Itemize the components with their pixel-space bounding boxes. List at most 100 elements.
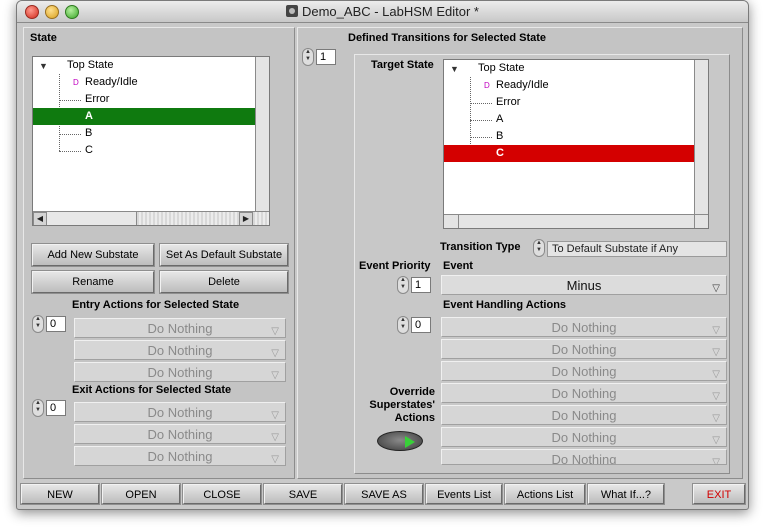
event-action-dropdown-2[interactable]: Do Nothing ▽: [441, 339, 727, 359]
event-action-dropdown-4[interactable]: Do Nothing ▽: [441, 383, 727, 403]
override-label: Override Superstates' Actions: [359, 386, 435, 425]
dropdown-value: Do Nothing: [147, 365, 213, 380]
event-handling-index[interactable]: 0: [411, 317, 431, 333]
close-button[interactable]: CLOSE: [183, 484, 261, 504]
entry-action-dropdown-2[interactable]: Do Nothing ▽: [74, 340, 286, 360]
target-row-a[interactable]: A: [444, 111, 708, 128]
exit-actions-label: Exit Actions for Selected State: [72, 384, 232, 396]
spinner-arrows-icon[interactable]: ▲ ▼: [533, 239, 545, 257]
chevron-down-icon: ▽: [712, 369, 720, 380]
expand-triangle-icon[interactable]: ▼: [450, 64, 459, 74]
target-row-error[interactable]: Error: [444, 94, 708, 111]
exit-button[interactable]: EXIT: [693, 484, 745, 504]
open-button[interactable]: OPEN: [102, 484, 180, 504]
tree-row-c[interactable]: C: [33, 142, 269, 159]
rename-button[interactable]: Rename: [32, 271, 154, 293]
tree-row-label: A: [496, 113, 504, 125]
scroll-left-icon[interactable]: ◀: [33, 212, 47, 225]
exit-action-dropdown-2[interactable]: Do Nothing ▽: [74, 424, 286, 444]
set-default-substate-button[interactable]: Set As Default Substate: [160, 244, 288, 266]
exit-action-dropdown-3[interactable]: Do Nothing ▽: [74, 446, 286, 466]
spinner-arrows-icon[interactable]: ▲ ▼: [397, 316, 409, 334]
chevron-down-icon: ▽: [712, 283, 720, 294]
target-state-tree[interactable]: ▼ Top State D Ready/Idle Error A B C: [443, 59, 709, 229]
tree-row-top-state[interactable]: ▼ Top State: [33, 57, 269, 74]
transition-type-field[interactable]: To Default Substate if Any: [547, 241, 727, 257]
chevron-down-icon: ▽: [271, 348, 279, 359]
scroll-divider: [458, 215, 459, 228]
target-row-b[interactable]: B: [444, 128, 708, 145]
default-substate-icon: D: [73, 78, 79, 87]
expand-triangle-icon[interactable]: ▼: [39, 61, 48, 71]
default-substate-icon: D: [484, 81, 490, 90]
new-button[interactable]: NEW: [21, 484, 99, 504]
override-label-line3: Actions: [394, 412, 435, 424]
state-label: State: [30, 32, 57, 44]
tree-row-label: B: [496, 130, 504, 142]
state-tree-vscroll[interactable]: [255, 57, 269, 211]
entry-action-dropdown-3[interactable]: Do Nothing ▽: [74, 362, 286, 382]
dropdown-value: Do Nothing: [551, 320, 617, 335]
override-label-line2: Superstates': [369, 399, 435, 411]
override-label-line1: Override: [389, 386, 435, 398]
exit-actions-index[interactable]: 0: [46, 400, 66, 416]
dropdown-value: Do Nothing: [551, 342, 617, 357]
tree-row-error[interactable]: Error: [33, 91, 269, 108]
state-tree[interactable]: ▼ Top State D Ready/Idle Error A B C ◀ ▶: [32, 56, 270, 226]
spinner-arrows-icon[interactable]: ▲ ▼: [32, 315, 44, 333]
actions-list-button[interactable]: Actions List: [505, 484, 585, 504]
event-action-dropdown-1[interactable]: Do Nothing ▽: [441, 317, 727, 337]
scroll-thumb[interactable]: [47, 212, 137, 225]
dropdown-value: Do Nothing: [551, 452, 617, 465]
add-substate-button[interactable]: Add New Substate: [32, 244, 154, 266]
spinner-arrows-icon[interactable]: ▲ ▼: [302, 48, 314, 66]
tree-branch-line: [59, 100, 81, 101]
led-toggle-icon[interactable]: [377, 431, 423, 451]
chevron-down-icon: ▽: [712, 457, 720, 465]
event-priority-value[interactable]: 1: [411, 277, 431, 293]
event-action-dropdown-3[interactable]: Do Nothing ▽: [441, 361, 727, 381]
chevron-down-icon: ▽: [271, 326, 279, 337]
what-if-button[interactable]: What If...?: [588, 484, 664, 504]
tree-row-ready-idle[interactable]: D Ready/Idle: [33, 74, 269, 91]
exit-action-dropdown-1[interactable]: Do Nothing ▽: [74, 402, 286, 422]
scroll-right-icon[interactable]: ▶: [239, 212, 253, 225]
dropdown-value: Do Nothing: [551, 364, 617, 379]
tree-branch-line: [59, 151, 81, 152]
save-as-button[interactable]: SAVE AS: [345, 484, 423, 504]
target-tree-vscroll[interactable]: [694, 60, 708, 214]
events-list-button[interactable]: Events List: [426, 484, 502, 504]
transitions-panel: Defined Transitions for Selected State ▲…: [297, 27, 743, 479]
target-tree-hscroll[interactable]: [444, 214, 708, 228]
spinner-arrows-icon[interactable]: ▲ ▼: [397, 276, 409, 294]
spinner-arrows-icon[interactable]: ▲ ▼: [32, 399, 44, 417]
tree-row-label: A: [85, 110, 93, 122]
target-row-ready-idle[interactable]: D Ready/Idle: [444, 77, 708, 94]
tree-branch-line: [470, 137, 492, 138]
scroll-divider: [694, 215, 695, 228]
save-button[interactable]: SAVE: [264, 484, 342, 504]
dropdown-value: Do Nothing: [551, 386, 617, 401]
chevron-down-icon: ▽: [271, 410, 279, 421]
labview-document-icon: [285, 5, 298, 17]
target-row-c[interactable]: C: [444, 145, 708, 162]
tree-branch-line: [470, 103, 492, 104]
entry-actions-index[interactable]: 0: [46, 316, 66, 332]
chevron-down-icon: ▽: [712, 391, 720, 402]
dropdown-value: Do Nothing: [147, 343, 213, 358]
event-action-dropdown-7[interactable]: Do Nothing ▽: [441, 449, 727, 465]
event-handling-label: Event Handling Actions: [443, 299, 567, 311]
entry-action-dropdown-1[interactable]: Do Nothing ▽: [74, 318, 286, 338]
tree-row-a[interactable]: A: [33, 108, 269, 125]
dropdown-value: Do Nothing: [551, 430, 617, 445]
tree-row-b[interactable]: B: [33, 125, 269, 142]
state-tree-hscroll[interactable]: ◀ ▶: [33, 211, 269, 225]
event-priority-label: Event Priority: [359, 260, 431, 272]
target-row-top-state[interactable]: ▼ Top State: [444, 60, 708, 77]
event-action-dropdown-5[interactable]: Do Nothing ▽: [441, 405, 727, 425]
delete-button[interactable]: Delete: [160, 271, 288, 293]
tree-row-label: Error: [496, 96, 521, 108]
event-action-dropdown-6[interactable]: Do Nothing ▽: [441, 427, 727, 447]
transition-index[interactable]: 1: [316, 49, 336, 65]
event-dropdown[interactable]: Minus ▽: [441, 275, 727, 295]
